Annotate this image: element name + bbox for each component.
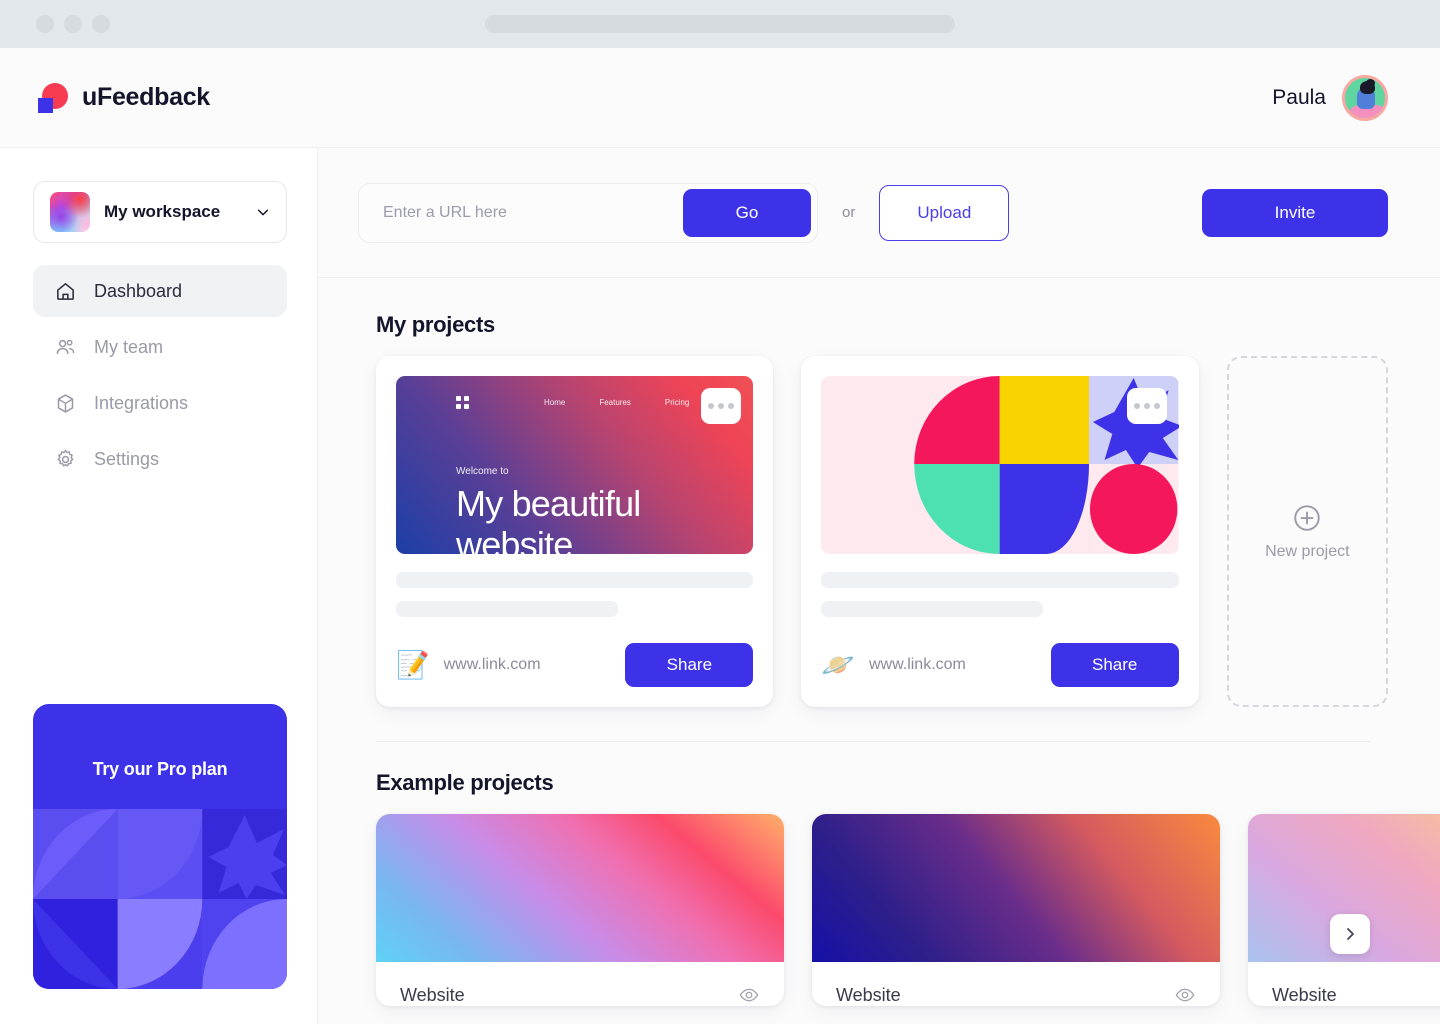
sidebar-item-integrations[interactable]: Integrations xyxy=(33,377,287,429)
card-footer: 📝 www.link.com Share xyxy=(396,643,754,687)
skeleton-line xyxy=(396,601,618,617)
example-project-card[interactable]: Website xyxy=(812,814,1220,1006)
cube-icon xyxy=(57,393,74,413)
my-projects-grid: Home Features Pricing Welcome to My beau… xyxy=(358,356,1388,707)
brand[interactable]: uFeedback xyxy=(38,82,210,113)
or-label: or xyxy=(842,204,856,221)
preview-title: My beautiful website xyxy=(456,483,641,554)
chevron-down-icon xyxy=(257,209,269,216)
preview-nav-link: Home xyxy=(544,398,566,407)
window-close-dot[interactable] xyxy=(36,15,54,33)
card-skeletons xyxy=(396,554,754,617)
preview-nav: Home Features Pricing xyxy=(396,396,753,409)
example-project-name: Website xyxy=(836,984,901,1005)
project-card[interactable]: Home Features Pricing Welcome to My beau… xyxy=(376,356,774,707)
content-scroll-area[interactable]: My projects Home Features Pricing Welcom… xyxy=(318,278,1440,1024)
skeleton-line xyxy=(821,572,1179,588)
url-input[interactable] xyxy=(365,203,683,222)
bauhaus-artwork xyxy=(821,376,1179,554)
workspace-name: My workspace xyxy=(104,202,221,221)
project-card[interactable]: 🪐 www.link.com Share xyxy=(801,356,1199,707)
sidebar-item-my-team[interactable]: My team xyxy=(33,321,287,373)
card-skeletons xyxy=(821,554,1179,617)
example-project-card[interactable]: Website xyxy=(1248,814,1440,1006)
carousel-next-button[interactable] xyxy=(1330,914,1370,954)
example-project-name: Website xyxy=(1272,984,1337,1005)
site-logo-icon xyxy=(456,396,469,409)
ufeedback-logo-icon xyxy=(38,82,68,113)
example-projects-title: Example projects xyxy=(376,770,554,795)
sidebar-item-label: Integrations xyxy=(94,392,189,413)
promo-artwork xyxy=(33,809,287,989)
upload-button[interactable]: Upload xyxy=(879,184,1010,241)
promo-title: Try our Pro plan xyxy=(92,759,228,779)
plus-circle-icon xyxy=(1294,504,1321,531)
share-button[interactable]: Share xyxy=(1050,643,1179,687)
example-project-name: Website xyxy=(400,984,465,1005)
brand-name: uFeedback xyxy=(82,83,210,111)
example-projects-grid: Website Website Website xyxy=(358,814,1440,1006)
browser-chrome xyxy=(0,0,1440,48)
window-controls[interactable] xyxy=(36,15,110,33)
sidebar-item-settings[interactable]: Settings xyxy=(33,433,287,485)
card-footer: 🪐 www.link.com Share xyxy=(821,643,1179,687)
avatar[interactable] xyxy=(1342,74,1388,121)
project-link[interactable]: www.link.com xyxy=(869,656,1037,674)
example-thumbnail xyxy=(376,814,784,962)
project-thumbnail: Home Features Pricing Welcome to My beau… xyxy=(396,376,754,554)
chevron-right-icon xyxy=(1347,928,1354,940)
home-icon xyxy=(57,282,74,300)
preview-nav-link: Pricing xyxy=(664,398,690,407)
more-options-icon[interactable] xyxy=(701,388,742,424)
window-maximize-dot[interactable] xyxy=(92,15,110,33)
workspace-selector[interactable]: My workspace xyxy=(33,181,287,243)
example-thumbnail xyxy=(812,814,1220,962)
go-button[interactable]: Go xyxy=(683,188,811,237)
more-options-icon[interactable] xyxy=(1126,388,1167,424)
my-projects-title: My projects xyxy=(376,312,495,337)
skeleton-line xyxy=(396,572,754,588)
ringed-planet-emoji-icon: 🪐 xyxy=(821,649,855,680)
invite-button[interactable]: Invite xyxy=(1202,188,1388,237)
example-project-card[interactable]: Website xyxy=(376,814,784,1006)
eye-icon[interactable] xyxy=(1174,984,1196,1006)
workspace-thumbnail-icon xyxy=(50,192,90,232)
user-name: Paula xyxy=(1272,85,1326,109)
main-content: Go or Upload Invite My projects xyxy=(318,148,1440,1024)
app-header: uFeedback Paula xyxy=(0,48,1440,148)
eye-icon[interactable] xyxy=(738,984,760,1006)
sidebar-item-label: Dashboard xyxy=(94,280,183,301)
example-card-footer: Website xyxy=(1248,962,1440,1006)
example-card-footer: Website xyxy=(812,962,1220,1006)
user-menu[interactable]: Paula xyxy=(1272,74,1388,121)
skeleton-line xyxy=(821,601,1043,617)
preview-nav-link: Features xyxy=(599,398,631,407)
project-link[interactable]: www.link.com xyxy=(444,656,612,674)
new-project-card[interactable]: New project xyxy=(1226,356,1388,707)
sidebar-item-dashboard[interactable]: Dashboard xyxy=(33,265,287,317)
app-window: uFeedback Paula My workspace Dashboard M… xyxy=(0,0,1440,1024)
users-icon xyxy=(56,339,75,354)
sidebar: My workspace Dashboard My team Integrati… xyxy=(0,148,318,1024)
gear-icon xyxy=(57,449,74,467)
preview-hero: Welcome to My beautiful website xyxy=(456,466,733,554)
sidebar-item-label: My team xyxy=(94,336,164,357)
url-entry-group: Go xyxy=(358,182,818,243)
example-card-footer: Website xyxy=(376,962,784,1006)
share-button[interactable]: Share xyxy=(625,643,754,687)
app-body: My workspace Dashboard My team Integrati… xyxy=(0,148,1440,1024)
new-project-label: New project xyxy=(1265,542,1350,560)
browser-address-bar[interactable] xyxy=(485,15,955,33)
project-thumbnail xyxy=(821,376,1179,554)
sidebar-item-label: Settings xyxy=(94,448,160,469)
pro-plan-promo[interactable]: Try our Pro plan xyxy=(33,704,287,989)
toolbar: Go or Upload Invite xyxy=(318,148,1440,278)
preview-eyebrow: Welcome to xyxy=(456,466,509,477)
window-minimize-dot[interactable] xyxy=(64,15,82,33)
memo-emoji-icon: 📝 xyxy=(396,649,430,680)
sidebar-nav: Dashboard My team Integrations Settings xyxy=(33,265,287,485)
